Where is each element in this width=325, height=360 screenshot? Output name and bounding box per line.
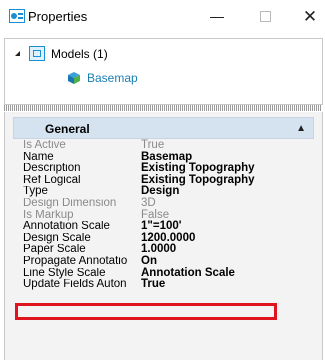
minimize-button[interactable]: [204, 4, 230, 28]
property-name: Ref Logical: [23, 174, 81, 186]
property-name: Is Active: [23, 140, 66, 151]
properties-icon: [9, 9, 25, 23]
model-tree: Models (1) Basemap: [4, 38, 323, 105]
minimize-icon: [210, 16, 224, 18]
annotation-highlight-box: [15, 303, 277, 320]
tree-item-models[interactable]: Models (1): [15, 46, 108, 61]
property-name: Update Fields Auton: [23, 279, 127, 291]
maximize-button[interactable]: [252, 4, 278, 28]
property-name: Line Style Scale: [23, 267, 106, 279]
property-value: True: [141, 139, 165, 151]
tree-item-label: Basemap: [87, 71, 138, 85]
property-row[interactable]: Design Dimension 3D: [19, 196, 280, 210]
property-name: Design Dimension: [23, 197, 117, 209]
property-row[interactable]: Is Active True: [19, 139, 280, 152]
maximize-icon: [259, 10, 271, 22]
property-name: Propagate Annotatio: [23, 255, 127, 267]
property-name: Annotation Scale: [23, 221, 110, 233]
property-row[interactable]: Update Fields Auton True: [19, 279, 280, 291]
collapse-arrow-icon[interactable]: [15, 51, 20, 56]
property-row[interactable]: Propagate Annotatio On: [19, 255, 280, 268]
property-value[interactable]: True: [141, 279, 165, 291]
property-value[interactable]: On: [141, 255, 157, 268]
models-icon: [29, 46, 45, 61]
property-name: Name: [23, 151, 54, 163]
property-name: Description: [23, 163, 81, 175]
property-row[interactable]: Annotation Scale 1"=100': [19, 221, 280, 233]
group-title: General: [45, 122, 90, 136]
properties-panel: General ▲ Is Active True Name Basemap Descri…: [4, 112, 323, 360]
group-header-general[interactable]: General ▲: [13, 117, 314, 139]
pane-splitter[interactable]: [4, 105, 321, 111]
close-button[interactable]: ✕: [297, 4, 323, 28]
property-name: Design Scale: [23, 232, 91, 244]
window-title: Properties: [28, 9, 88, 24]
title-bar: Properties ✕: [0, 0, 325, 34]
property-grid: Is Active True Name Basemap Description Exist…: [19, 139, 280, 291]
property-value: 3D: [141, 196, 156, 209]
close-icon: ✕: [302, 6, 318, 26]
tree-item-label: Models (1): [51, 46, 108, 61]
property-value[interactable]: 1"=100': [141, 221, 182, 233]
property-name: Type: [23, 186, 48, 198]
tree-item-basemap[interactable]: Basemap: [66, 71, 138, 85]
property-name: Is Markup: [23, 209, 74, 221]
property-name: Paper Scale: [23, 244, 86, 256]
chevron-up-icon[interactable]: ▲: [296, 123, 306, 134]
design-model-icon: [68, 72, 80, 84]
